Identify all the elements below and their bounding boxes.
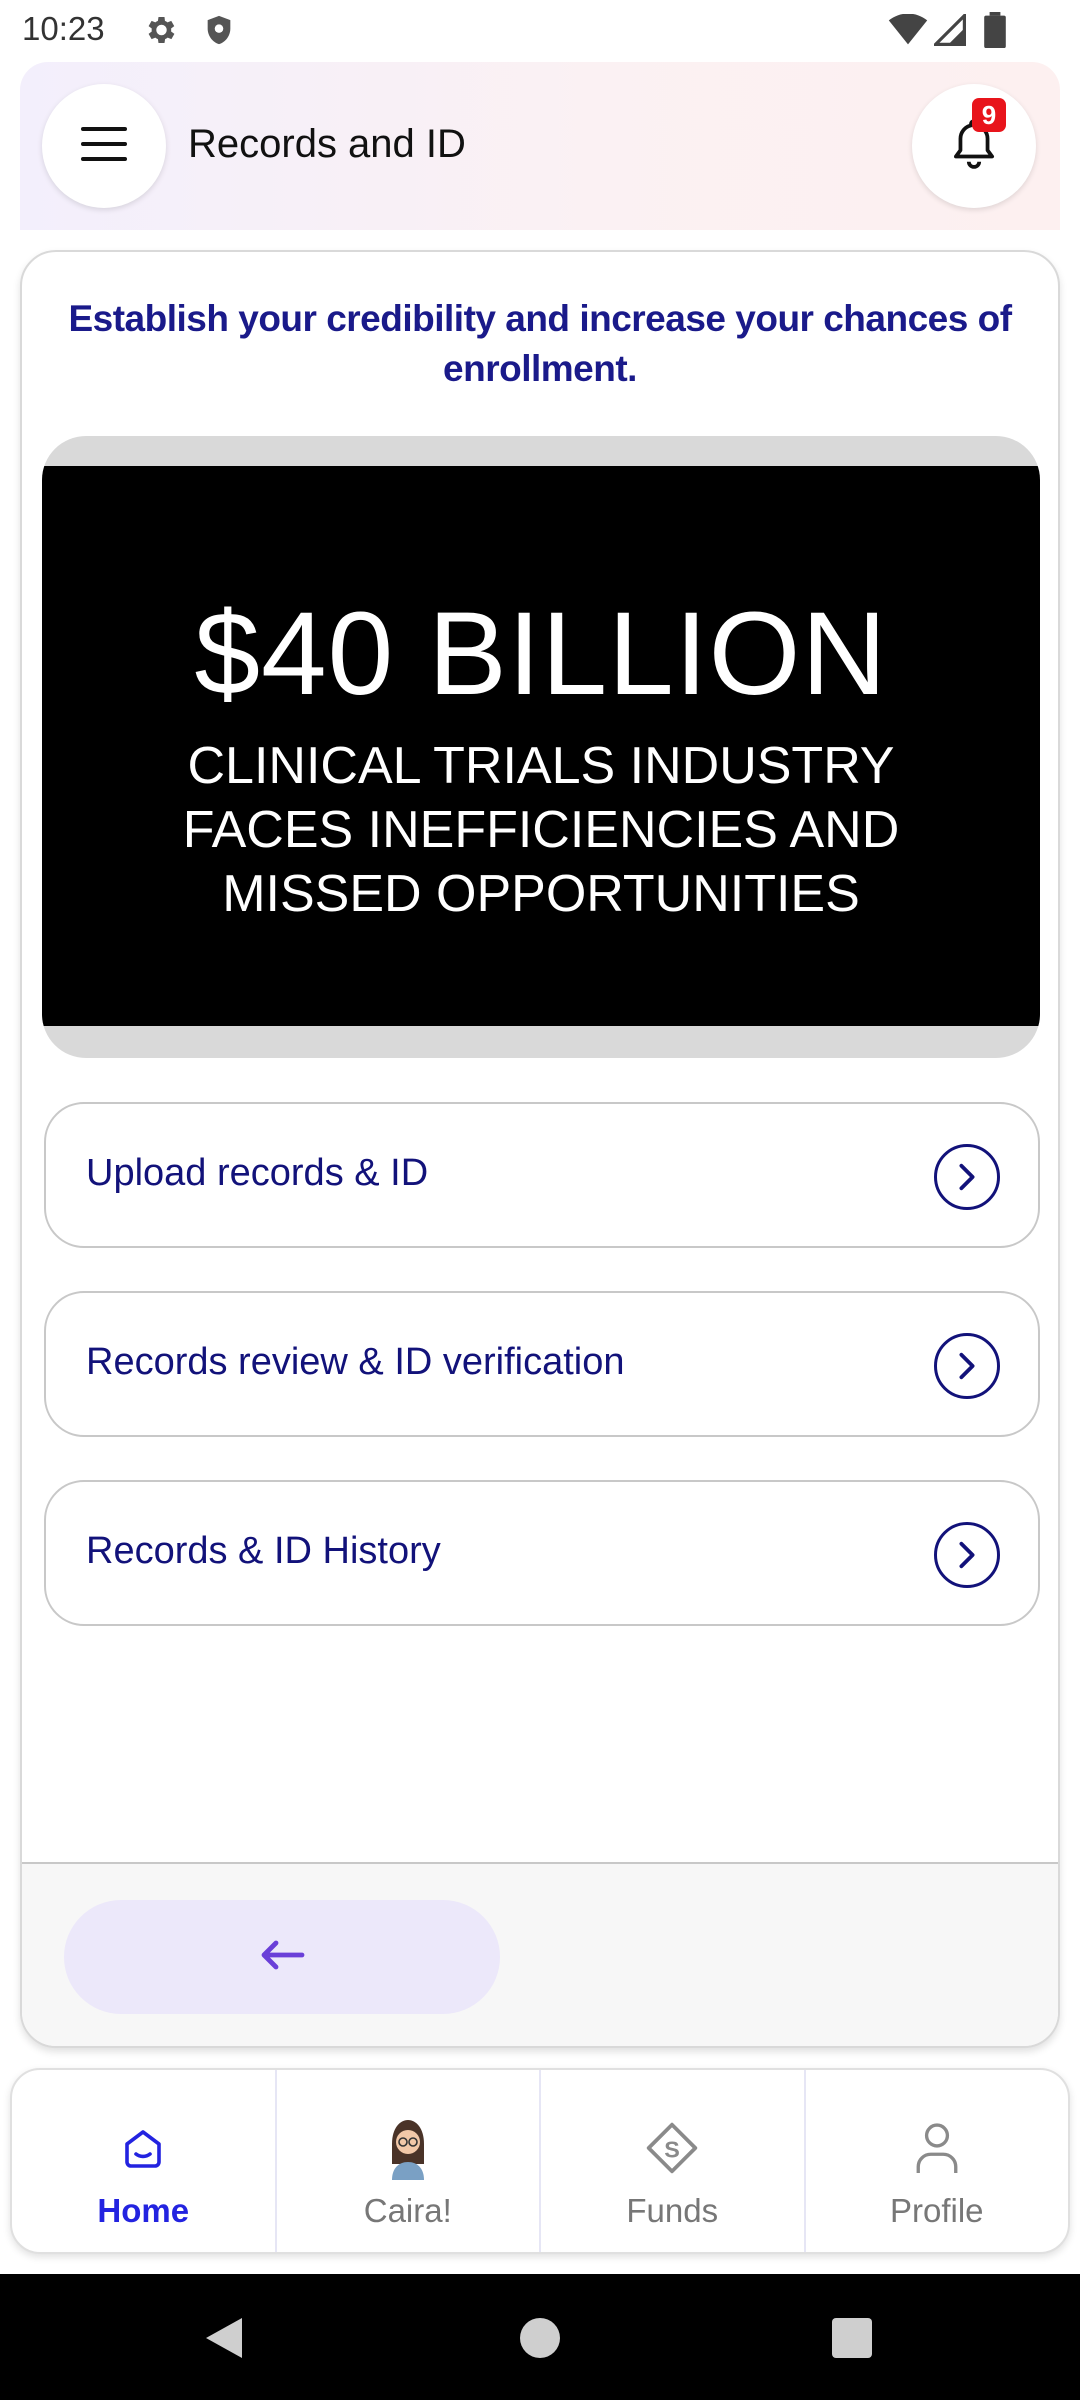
funds-icon: S [640, 2116, 704, 2180]
arrow-left-icon [258, 1938, 306, 1977]
action-label: Records & ID History [86, 1530, 441, 1572]
system-home-icon[interactable] [518, 2314, 562, 2367]
system-nav-bar [0, 2274, 1080, 2400]
banner-subline: CLINICAL TRIALS INDUSTRY FACES INEFFICIE… [182, 737, 900, 923]
status-bar: 10:23 [0, 0, 1080, 62]
app-header: Records and ID [20, 62, 1060, 230]
nav-label: Profile [889, 2192, 984, 2229]
system-recents-icon[interactable] [830, 2314, 874, 2367]
records-history-button[interactable]: Records & ID History [44, 1480, 1040, 1626]
records-review-button[interactable]: Records review & ID verification [44, 1291, 1040, 1437]
wifi-icon [888, 13, 928, 51]
home-icon [111, 2116, 175, 2180]
nav-label: Home [97, 2192, 190, 2229]
shield-icon [202, 12, 236, 53]
nav-funds[interactable]: S Funds [541, 2070, 806, 2252]
tagline: Establish your credibility and increase … [68, 298, 1012, 389]
chevron-right-icon [934, 1333, 1000, 1399]
nav-caira[interactable]: Caira! [277, 2070, 541, 2252]
svg-text:S: S [664, 2136, 680, 2162]
notification-badge: 9 [972, 98, 1006, 132]
status-time: 10:23 [22, 10, 105, 47]
menu-icon [81, 125, 127, 168]
nav-profile[interactable]: Profile [806, 2070, 1069, 2252]
nav-home[interactable]: Home [12, 2070, 277, 2252]
chevron-right-icon [934, 1144, 1000, 1210]
system-back-icon[interactable] [202, 2314, 246, 2367]
chevron-right-icon [934, 1522, 1000, 1588]
card-footer [22, 1862, 1058, 2046]
nav-label: Caira! [363, 2192, 452, 2229]
battery-icon [984, 12, 1006, 53]
action-label: Records review & ID verification [86, 1341, 625, 1383]
menu-button[interactable] [42, 84, 166, 208]
banner-image: $40 BILLION CLINICAL TRIALS INDUSTRY FAC… [42, 466, 1040, 1026]
back-button[interactable] [64, 1900, 500, 2014]
nav-label: Funds [626, 2192, 719, 2229]
action-label: Upload records & ID [86, 1152, 429, 1194]
upload-records-button[interactable]: Upload records & ID [44, 1102, 1040, 1248]
signal-icon [931, 11, 966, 51]
bottom-nav: Home Caira! S Funds Profile [10, 2068, 1070, 2254]
promo-banner: $40 BILLION CLINICAL TRIALS INDUSTRY FAC… [42, 436, 1040, 1058]
avatar-icon [376, 2116, 440, 2180]
banner-headline: $40 BILLION [194, 588, 888, 720]
records-card: Establish your credibility and increase … [20, 250, 1060, 2048]
page-title: Records and ID [188, 122, 466, 166]
settings-icon [142, 12, 178, 53]
profile-icon [905, 2116, 969, 2180]
